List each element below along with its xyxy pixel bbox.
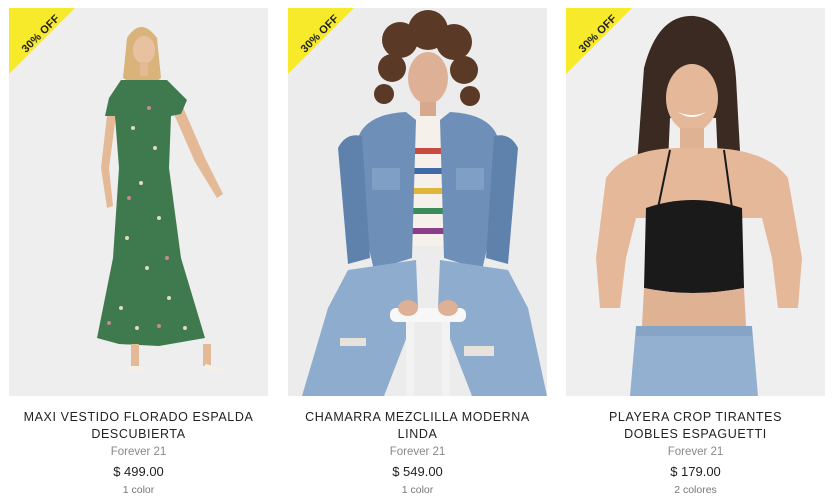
product-brand: Forever 21 bbox=[667, 446, 724, 458]
product-image[interactable]: 30% OFF bbox=[566, 8, 825, 396]
product-price: $ 179.00 bbox=[670, 464, 721, 479]
product-color-count: 2 colores bbox=[674, 484, 717, 496]
product-color-count: 1 color bbox=[401, 484, 434, 496]
product-grid: 30% OFF MAXI VESTIDO FLORADO ESPALDA DES… bbox=[0, 0, 836, 501]
product-name[interactable]: PLAYERA CROP TIRANTES DOBLES ESPAGUETTI bbox=[581, 409, 811, 443]
product-color-count: 1 color bbox=[122, 484, 155, 496]
product-brand: Forever 21 bbox=[389, 446, 446, 458]
discount-badge: 30% OFF bbox=[566, 8, 632, 74]
discount-badge: 30% OFF bbox=[9, 8, 75, 74]
product-brand: Forever 21 bbox=[110, 446, 167, 458]
product-info: PLAYERA CROP TIRANTES DOBLES ESPAGUETTI … bbox=[566, 396, 825, 497]
product-card[interactable]: 30% OFF CHAMARRA MEZCLILLA MODERNA LINDA… bbox=[288, 8, 547, 497]
product-name[interactable]: CHAMARRA MEZCLILLA MODERNA LINDA bbox=[303, 409, 533, 443]
product-price: $ 499.00 bbox=[113, 464, 164, 479]
product-card[interactable]: 30% OFF MAXI VESTIDO FLORADO ESPALDA DES… bbox=[9, 8, 268, 497]
product-name[interactable]: MAXI VESTIDO FLORADO ESPALDA DESCUBIERTA bbox=[24, 409, 254, 443]
product-price: $ 549.00 bbox=[392, 464, 443, 479]
discount-badge: 30% OFF bbox=[288, 8, 354, 74]
product-info: CHAMARRA MEZCLILLA MODERNA LINDA Forever… bbox=[288, 396, 547, 497]
product-image[interactable]: 30% OFF bbox=[288, 8, 547, 396]
product-info: MAXI VESTIDO FLORADO ESPALDA DESCUBIERTA… bbox=[9, 396, 268, 497]
product-image[interactable]: 30% OFF bbox=[9, 8, 268, 396]
product-card[interactable]: 30% OFF PLAYERA CROP TIRANTES DOBLES ESP… bbox=[566, 8, 825, 497]
